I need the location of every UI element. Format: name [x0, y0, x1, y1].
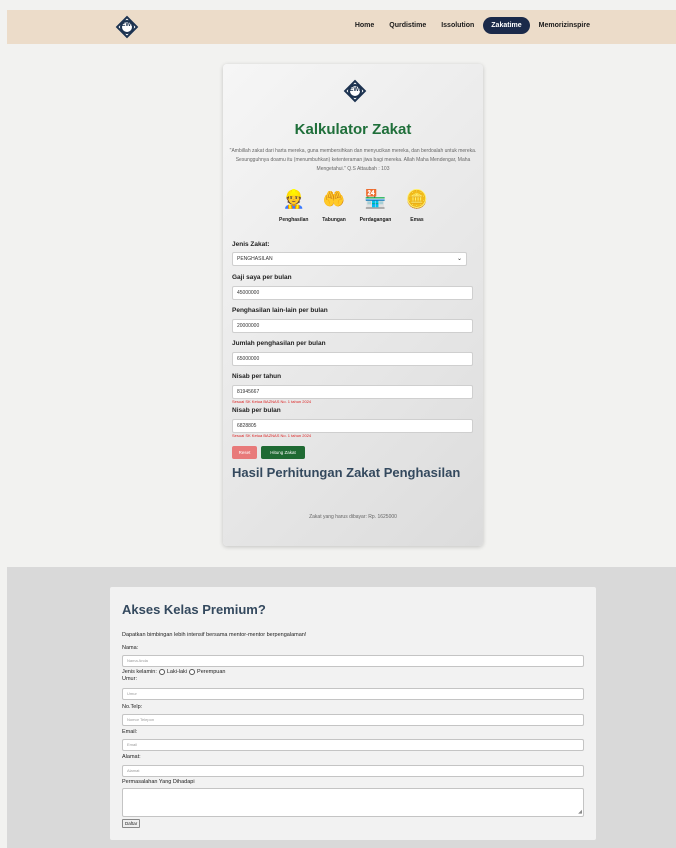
navbar: EWI Home Qurdistime Issolution Zakatime … [7, 10, 676, 44]
lain-input[interactable]: 20000000 [232, 319, 473, 333]
umur-label: Umur: [122, 676, 137, 682]
nisab-tahun-input[interactable]: 81945667 [232, 385, 473, 399]
savings-icon: 🤲 [322, 189, 346, 209]
zakat-type-perdagangan[interactable]: 🏪 Perdagangan [360, 187, 392, 223]
card-logo: EWI [343, 79, 367, 103]
nav-qurdistime[interactable]: Qurdistime [383, 17, 432, 34]
jumlah-label: Jumlah penghasilan per bulan [232, 340, 326, 347]
gold-icon: 🪙 [405, 189, 429, 209]
nisab-bulan-input[interactable]: 6828805 [232, 419, 473, 433]
gender-female-label: Perempuan [197, 669, 226, 675]
nav-issolution[interactable]: Issolution [435, 17, 480, 34]
zakat-calculator-card: EWI Kalkulator Zakat "Ambillah zakat dar… [223, 64, 483, 546]
zakat-type-label: Penghasilan [279, 217, 309, 223]
hasil-text: Zakat yang harus dibayar: Rp. 1625000 [309, 514, 397, 520]
nav-links: Home Qurdistime Issolution Zakatime Memo… [349, 17, 596, 34]
gaji-input[interactable]: 45000000 [232, 286, 473, 300]
zakat-type-penghasilan[interactable]: 👷 Penghasilan [279, 187, 308, 223]
telp-input[interactable]: Nomor Telepon [122, 714, 584, 726]
jumlah-input[interactable]: 65000000 [232, 352, 473, 366]
calculator-title: Kalkulator Zakat [294, 121, 412, 138]
zakat-type-label: Tabungan [322, 217, 346, 223]
hasil-title: Hasil Perhitungan Zakat Penghasilan [232, 465, 461, 480]
zakat-type-tabungan[interactable]: 🤲 Tabungan [322, 187, 346, 223]
gender-row: Jenis kelamin: Laki-laki Perempuan [122, 669, 225, 675]
nav-home[interactable]: Home [349, 17, 380, 34]
quran-quote: "Ambillah zakat dari harta mereka, guna … [229, 148, 477, 172]
email-label: Email: [122, 729, 138, 735]
nama-input[interactable]: Nama Anda [122, 655, 584, 667]
jenis-zakat-value: PENGHASILAN [237, 256, 273, 262]
premium-form-card: Akses Kelas Premium? Dapatkan bimbingan … [110, 587, 596, 840]
zakat-type-options: 👷 Penghasilan 🤲 Tabungan 🏪 Perdagangan 🪙… [279, 187, 429, 223]
nisab-bulan-label: Nisab per bulan [232, 407, 281, 414]
nisab-tahun-label: Nisab per tahun [232, 373, 282, 380]
zakat-type-emas[interactable]: 🪙 Emas [405, 187, 429, 223]
logo-text: EWI [349, 87, 361, 93]
reset-button[interactable]: Reset [232, 446, 257, 459]
nav-zakatime[interactable]: Zakatime [483, 17, 530, 34]
gaji-label: Gaji saya per bulan [232, 274, 292, 281]
radio-laki-laki[interactable] [158, 669, 165, 675]
premium-title: Akses Kelas Premium? [122, 602, 266, 617]
email-input[interactable]: Email [122, 739, 584, 751]
gender-male-label: Laki-laki [166, 669, 188, 675]
resize-handle-icon[interactable]: ◢ [578, 810, 582, 815]
hitung-zakat-button[interactable]: Hitung Zakat [261, 446, 305, 459]
jenis-zakat-label: Jenis Zakat: [232, 241, 270, 248]
shop-icon: 🏪 [364, 189, 387, 209]
gender-label: Jenis kelamin: [122, 669, 157, 675]
ewi-logo[interactable]: EWI [115, 15, 139, 39]
masalah-textarea[interactable]: ◢ [122, 788, 584, 817]
logo-text: EWI [121, 22, 133, 28]
chevron-down-icon: ⌄ [456, 256, 462, 262]
zakat-type-label: Perdagangan [359, 217, 392, 223]
lain-label: Penghasilan lain-lain per bulan [232, 307, 328, 314]
telp-label: No.Telp: [122, 704, 143, 710]
radio-perempuan[interactable] [189, 669, 196, 675]
alamat-input[interactable]: Alamat [122, 765, 584, 777]
umur-input[interactable]: Umur [122, 688, 584, 700]
worker-icon: 👷 [282, 189, 305, 209]
nisab-bulan-note: Sesuai SK Ketua BAZNAS No. 1 tahun 2024 [232, 433, 312, 438]
masalah-label: Permasalahan Yang Dihadapi [122, 779, 195, 785]
jenis-zakat-select[interactable]: PENGHASILAN ⌄ [232, 252, 467, 266]
premium-subtitle: Dapatkan bimbingan lebih intensif bersam… [122, 632, 307, 638]
nisab-tahun-note: Sesuai SK Ketua BAZNAS No. 1 tahun 2024 [232, 399, 312, 404]
zakat-type-label: Emas [410, 217, 424, 223]
alamat-label: Alamat: [122, 754, 141, 760]
daftar-button[interactable]: Daftar [122, 819, 141, 828]
nav-memorizinspire[interactable]: Memorizinspire [533, 17, 596, 34]
nama-label: Nama: [122, 645, 139, 651]
